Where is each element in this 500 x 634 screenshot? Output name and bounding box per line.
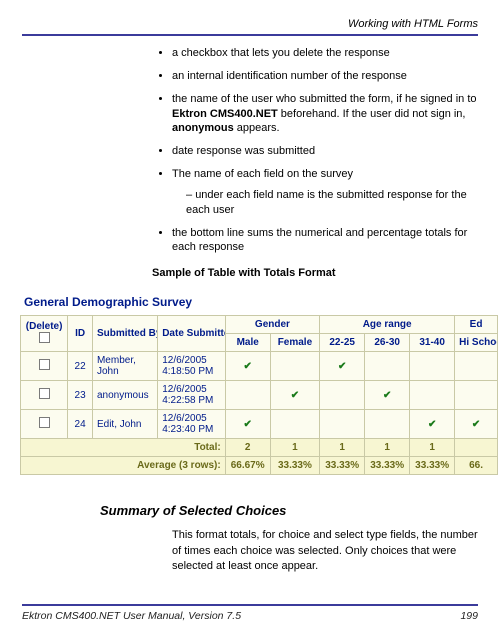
col-female: Female [270, 334, 320, 352]
survey-screenshot: General Demographic Survey (Delete) ID S… [20, 295, 478, 475]
bullet-item: an internal identification number of the… [172, 69, 478, 84]
cell-date: 12/6/2005 4:18:50 PM [158, 352, 225, 381]
cell-a2: ✔ [365, 381, 410, 410]
total-a2: 1 [365, 439, 410, 457]
col-ed-sub: Hi Schoo [455, 334, 498, 352]
col-ed: Ed [455, 316, 498, 334]
sub-bullet-list: under each field name is the submitted r… [186, 188, 478, 218]
cell-a3 [410, 352, 455, 381]
total-male: 2 [225, 439, 270, 457]
page-header-title: Working with HTML Forms [22, 18, 478, 30]
bold-product: Ektron CMS400.NET [172, 108, 278, 120]
cell-ed: ✔ [455, 410, 498, 439]
col-age-22-25: 22-25 [320, 334, 365, 352]
table-row: 23 anonymous 12/6/2005 4:22:58 PM ✔ ✔ [21, 381, 498, 410]
cell-female [270, 352, 320, 381]
cell-male [225, 381, 270, 410]
total-female: 1 [270, 439, 320, 457]
bold-anon: anonymous [172, 122, 234, 134]
row-checkbox[interactable] [39, 417, 50, 428]
cell-date: 12/6/2005 4:22:58 PM [158, 381, 225, 410]
avg-male: 66.67% [225, 457, 270, 475]
col-age-26-30: 26-30 [365, 334, 410, 352]
row-checkbox[interactable] [39, 359, 50, 370]
section-body: This format totals, for choice and selec… [172, 528, 478, 574]
footer: Ektron CMS400.NET User Manual, Version 7… [22, 604, 478, 622]
cell-ed [455, 381, 498, 410]
cell-female [270, 410, 320, 439]
cell-female: ✔ [270, 381, 320, 410]
footer-left: Ektron CMS400.NET User Manual, Version 7… [22, 610, 241, 622]
bullet-item: The name of each field on the survey und… [172, 167, 478, 218]
total-a3: 1 [410, 439, 455, 457]
avg-a3: 33.33% [410, 457, 455, 475]
cell-a3: ✔ [410, 410, 455, 439]
cell-male: ✔ [225, 410, 270, 439]
total-a1: 1 [320, 439, 365, 457]
cell-a1: ✔ [320, 352, 365, 381]
cell-by: Edit, John [92, 410, 157, 439]
cell-male: ✔ [225, 352, 270, 381]
cell-id: 23 [68, 381, 93, 410]
col-id: ID [68, 316, 93, 352]
col-male: Male [225, 334, 270, 352]
bullet-item: a checkbox that lets you delete the resp… [172, 46, 478, 61]
bullet-item: the name of the user who submitted the f… [172, 92, 478, 137]
cell-a3 [410, 381, 455, 410]
header-checkbox[interactable] [39, 332, 50, 343]
col-delete: (Delete) [21, 316, 68, 352]
header-rule [22, 34, 478, 36]
table-row: 22 Member, John 12/6/2005 4:18:50 PM ✔ ✔ [21, 352, 498, 381]
cell-by: anonymous [92, 381, 157, 410]
survey-title: General Demographic Survey [20, 295, 478, 309]
row-checkbox[interactable] [39, 388, 50, 399]
cell-a2 [365, 410, 410, 439]
cell-a2 [365, 352, 410, 381]
bullet-item: date response was submitted [172, 144, 478, 159]
cell-date: 12/6/2005 4:23:40 PM [158, 410, 225, 439]
bullet-text: The name of each field on the survey [172, 168, 353, 180]
col-delete-label: (Delete) [26, 321, 63, 332]
total-label: Total: [21, 439, 226, 457]
avg-ed: 66. [455, 457, 498, 475]
cell-by: Member, John [92, 352, 157, 381]
avg-a2: 33.33% [365, 457, 410, 475]
cell-a1 [320, 410, 365, 439]
col-submitted-by: Submitted By [92, 316, 157, 352]
bullet-item: the bottom line sums the numerical and p… [172, 226, 478, 256]
sub-bullet-item: under each field name is the submitted r… [186, 188, 478, 218]
sample-heading: Sample of Table with Totals Format [152, 267, 478, 279]
col-age-range: Age range [320, 316, 455, 334]
col-age-31-40: 31-40 [410, 334, 455, 352]
survey-table: (Delete) ID Submitted By Date Submitted … [20, 315, 498, 475]
avg-label: Average (3 rows): [21, 457, 226, 475]
avg-a1: 33.33% [320, 457, 365, 475]
avg-female: 33.33% [270, 457, 320, 475]
header-row-1: (Delete) ID Submitted By Date Submitted … [21, 316, 498, 334]
table-row: 24 Edit, John 12/6/2005 4:23:40 PM ✔ ✔ ✔ [21, 410, 498, 439]
section-heading: Summary of Selected Choices [100, 503, 478, 518]
col-date-submitted: Date Submitted [158, 316, 225, 352]
average-row: Average (3 rows): 66.67% 33.33% 33.33% 3… [21, 457, 498, 475]
cell-id: 24 [68, 410, 93, 439]
bullet-list: a checkbox that lets you delete the resp… [172, 46, 478, 255]
footer-rule [22, 604, 478, 606]
cell-id: 22 [68, 352, 93, 381]
page-number: 199 [460, 610, 478, 622]
total-ed [455, 439, 498, 457]
cell-a1 [320, 381, 365, 410]
total-row: Total: 2 1 1 1 1 [21, 439, 498, 457]
col-gender: Gender [225, 316, 319, 334]
cell-ed [455, 352, 498, 381]
